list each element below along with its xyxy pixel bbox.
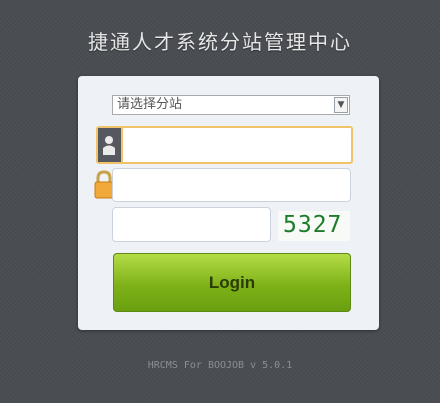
user-icon (98, 128, 123, 162)
captcha-text: 5327 (283, 212, 343, 238)
username-input[interactable] (125, 130, 349, 160)
captcha-image[interactable]: 5327 (278, 211, 350, 241)
chevron-down-icon[interactable]: ▼ (334, 97, 348, 113)
captcha-input[interactable] (112, 207, 271, 242)
lock-icon (94, 170, 114, 199)
footer-version: HRCMS For BOOJOB v 5.0.1 (147, 360, 293, 371)
username-field[interactable] (96, 126, 353, 164)
site-select[interactable]: 请选择分站 ▼ (112, 95, 350, 115)
page-title: 捷通人才系统分站管理中心 (88, 30, 352, 54)
login-button[interactable]: Login (113, 253, 351, 312)
password-field[interactable] (112, 168, 351, 202)
login-panel: 请选择分站 ▼ 5327 Login (78, 76, 379, 330)
site-select-value: 请选择分站 (117, 97, 183, 112)
